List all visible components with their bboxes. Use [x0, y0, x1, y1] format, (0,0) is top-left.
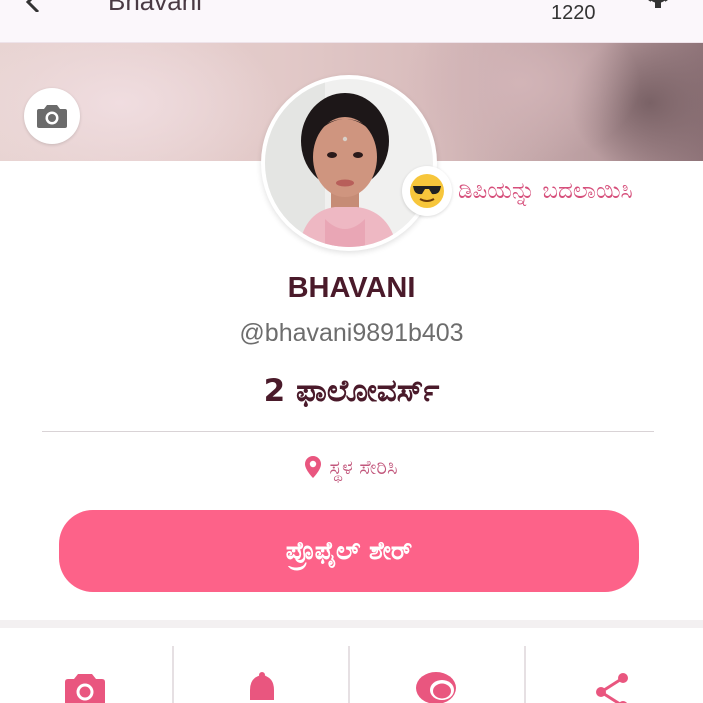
section-separator	[0, 620, 703, 628]
chat-icon	[416, 672, 456, 703]
location-pin-icon	[305, 456, 322, 478]
camera-icon	[65, 674, 105, 703]
page-title: Bhavani	[108, 0, 202, 16]
camera-icon	[37, 105, 67, 128]
add-location-label: ಸ್ಥಳ ಸೇರಿಸಿ	[329, 455, 398, 479]
top-bar: Bhavani 1220	[0, 0, 703, 43]
share-icon	[596, 673, 628, 703]
back-arrow-icon[interactable]	[18, 0, 48, 12]
profile-avatar[interactable]	[261, 75, 437, 251]
followers-count[interactable]: 2 ಫಾಲೋವರ್ಸ್	[0, 373, 703, 410]
profile-name: BHAVANI	[287, 272, 416, 304]
add-location-button[interactable]: ಸ್ಥಳ ಸೇರಿಸಿ	[0, 455, 703, 479]
bell-icon	[250, 672, 274, 700]
bottom-action-bar	[0, 628, 703, 703]
bottom-share-button[interactable]	[526, 628, 701, 703]
divider	[42, 431, 654, 432]
change-dp-label: ಡಿಪಿಯನ್ನು ಬದಲಾಯಿಸಿ	[458, 178, 633, 204]
bottom-chat-button[interactable]	[350, 628, 525, 703]
bottom-notifications-button[interactable]	[174, 628, 349, 703]
bottom-camera-button[interactable]	[0, 628, 175, 703]
gear-icon[interactable]	[640, 0, 676, 12]
change-dp-button[interactable]: ಡಿಪಿಯನ್ನು ಬದಲಾಯಿಸಿ	[402, 166, 633, 216]
share-profile-button[interactable]: ಪ್ರೊಫೈಲ್ ಶೇರ್	[59, 510, 639, 592]
share-profile-label: ಪ್ರೊಫೈಲ್ ಶೇರ್	[285, 536, 413, 565]
header-count: 1220	[551, 2, 596, 24]
profile-handle: @bhavani9891b403	[239, 319, 464, 347]
avatar	[265, 79, 433, 247]
cover-camera-button[interactable]	[24, 88, 80, 144]
cool-face-icon	[402, 166, 452, 216]
